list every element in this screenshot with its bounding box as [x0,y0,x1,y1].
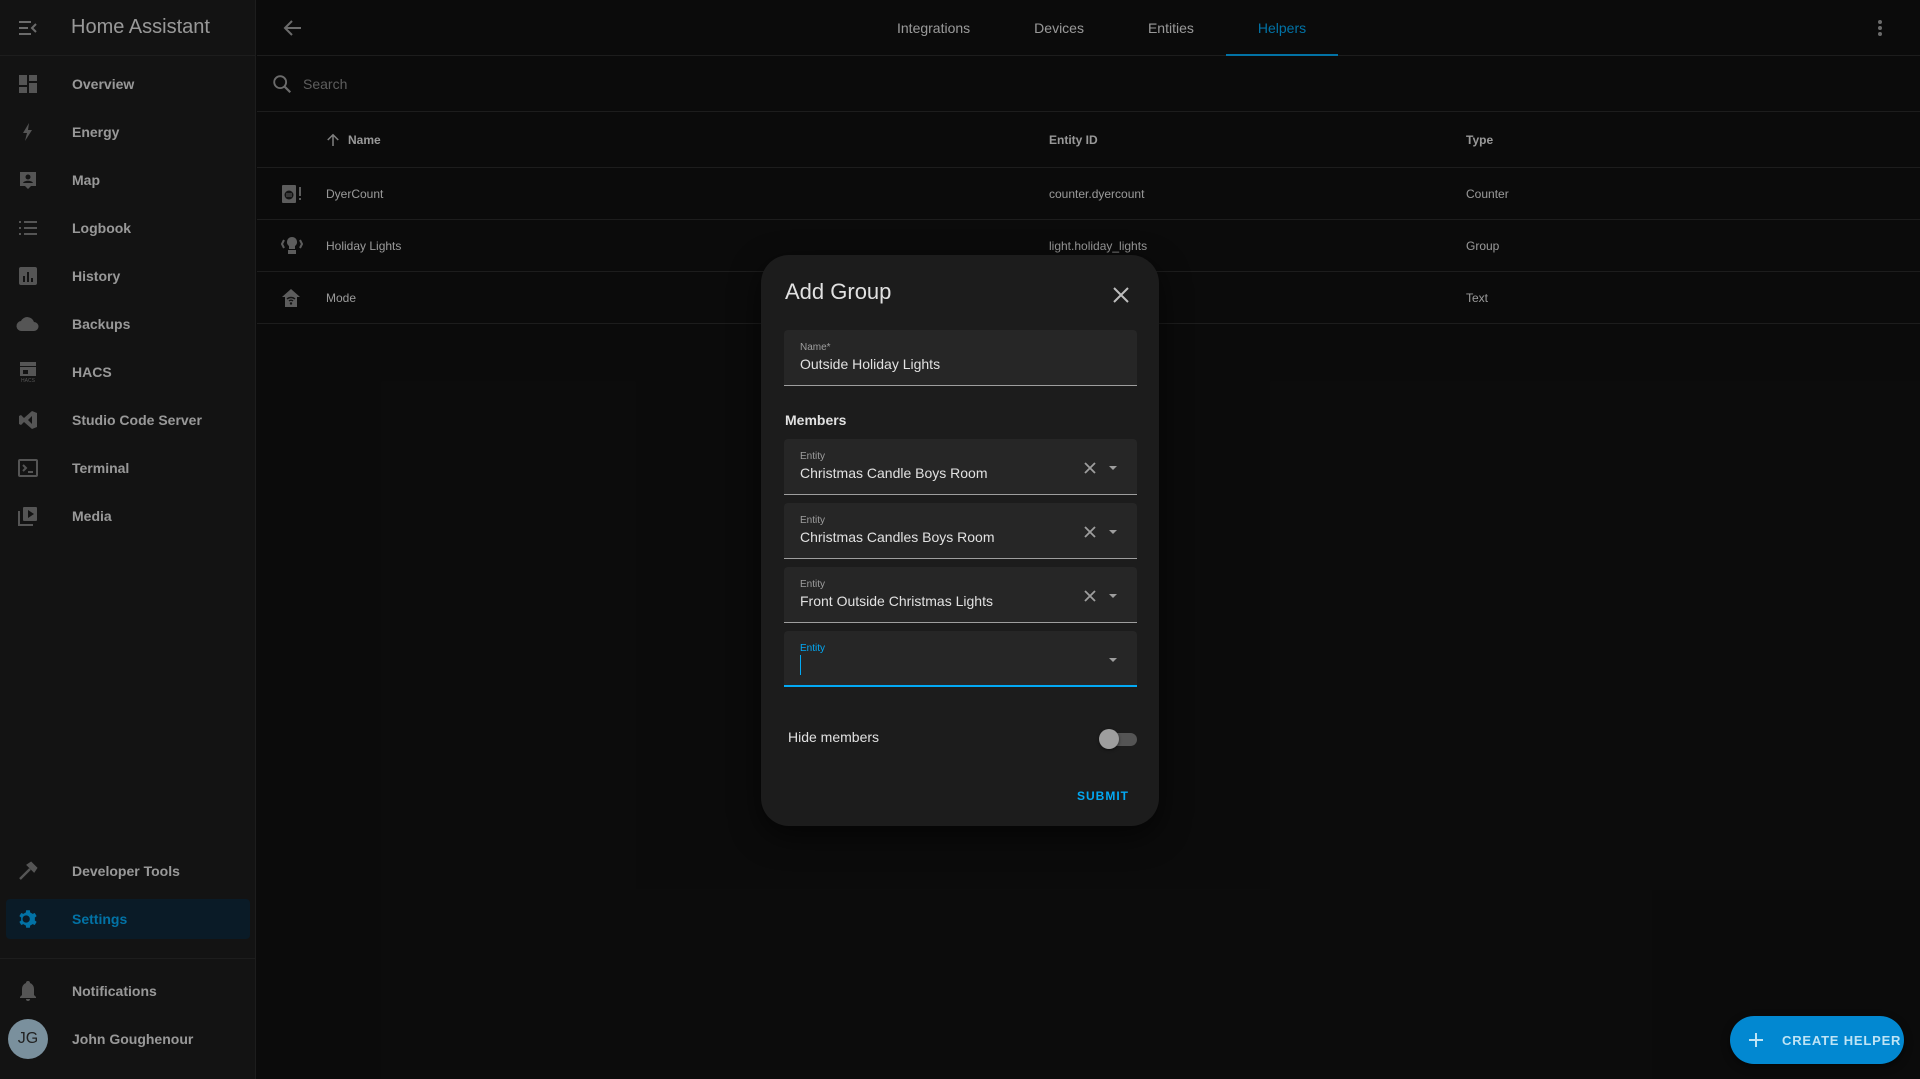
new-member-entity-picker[interactable]: Entity [784,631,1137,687]
toggle-thumb [1099,729,1119,749]
name-field[interactable]: Name* Outside Holiday Lights [784,330,1137,386]
add-group-dialog: Add Group Name* Outside Holiday Lights M… [761,255,1159,826]
dialog-title: Add Group [785,279,892,304]
clear-icon[interactable] [1081,459,1099,477]
create-helper-label: CREATE HELPER [1782,1032,1902,1048]
clear-icon[interactable] [1081,587,1099,605]
create-helper-button[interactable]: CREATE HELPER [1730,1016,1904,1064]
close-dialog-button[interactable] [1107,281,1135,309]
plus-icon [1749,1033,1763,1047]
field-value: Christmas Candle Boys Room [800,465,988,481]
clear-icon[interactable] [1081,523,1099,541]
hide-members-toggle[interactable] [1099,729,1137,749]
field-value: Outside Holiday Lights [800,356,941,372]
app: Home Assistant Overview Energy Map Logbo… [0,0,1920,1079]
field-label: Entity [800,643,826,654]
dropdown-arrow-icon[interactable] [1104,459,1122,477]
entity-input[interactable] [800,655,1060,675]
member-entity-picker[interactable]: Entity Christmas Candle Boys Room [784,439,1137,495]
dropdown-arrow-icon[interactable] [1104,523,1122,541]
field-label: Entity [800,579,826,590]
field-label: Entity [800,451,826,462]
members-heading: Members [785,412,847,428]
member-entity-picker[interactable]: Entity Christmas Candles Boys Room [784,503,1137,559]
field-value: Christmas Candles Boys Room [800,529,995,545]
dropdown-arrow-icon[interactable] [1104,651,1122,669]
field-label: Entity [800,515,826,526]
dropdown-arrow-icon[interactable] [1104,587,1122,605]
field-label: Name* [800,342,831,353]
close-icon [1113,287,1129,303]
field-value: Front Outside Christmas Lights [800,593,993,609]
member-entity-picker[interactable]: Entity Front Outside Christmas Lights [784,567,1137,623]
submit-button[interactable]: SUBMIT [1077,789,1129,803]
hide-members-label: Hide members [788,729,880,745]
